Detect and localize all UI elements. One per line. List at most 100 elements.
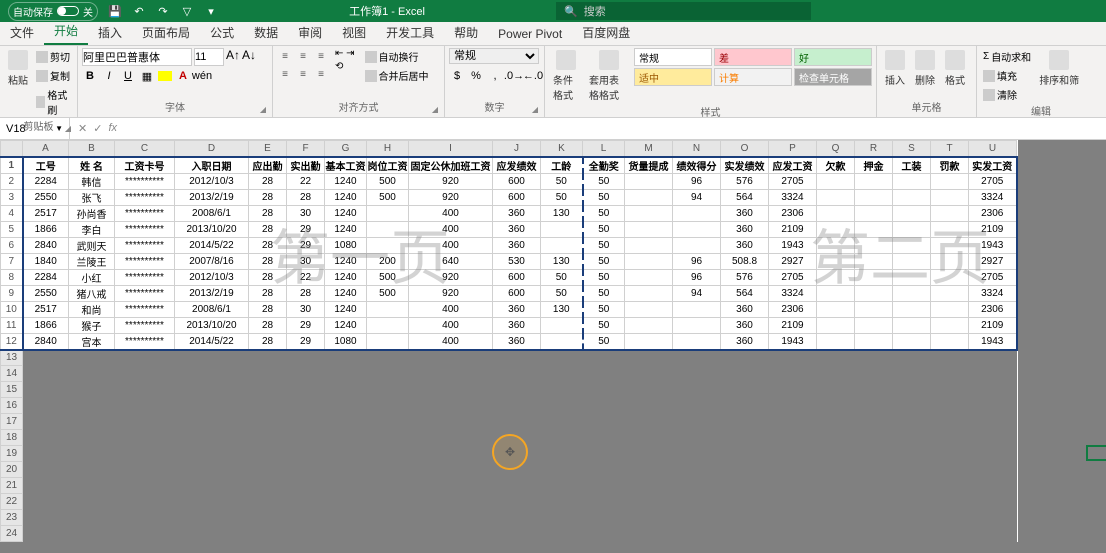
cell[interactable] [673, 317, 721, 333]
insert-cells-button[interactable]: 插入 [881, 48, 909, 89]
cell[interactable] [931, 205, 969, 221]
cell[interactable]: 2013/2/19 [175, 189, 249, 205]
cell[interactable]: 小红 [69, 269, 115, 285]
cell[interactable]: 29 [287, 221, 325, 237]
cell[interactable]: 兰陵王 [69, 253, 115, 269]
cell[interactable]: 28 [249, 317, 287, 333]
cell[interactable]: 猪八戒 [69, 285, 115, 301]
row-header[interactable]: 9 [1, 285, 23, 301]
cell[interactable]: 实出勤 [287, 157, 325, 174]
cell[interactable]: 400 [409, 333, 493, 350]
border-button[interactable]: ▦ [139, 68, 155, 84]
cell[interactable]: 1240 [325, 221, 367, 237]
font-size-select[interactable] [194, 48, 224, 66]
cell[interactable] [855, 269, 893, 285]
cell[interactable] [855, 285, 893, 301]
cell[interactable]: 入职日期 [175, 157, 249, 174]
cell-style-3[interactable]: 适中 [634, 68, 712, 86]
fill-color-button[interactable] [158, 71, 172, 81]
cell[interactable] [893, 237, 931, 253]
decrease-decimal-button[interactable]: ←.0 [525, 68, 541, 84]
cell[interactable]: 400 [409, 221, 493, 237]
cell[interactable]: 50 [583, 253, 625, 269]
cell[interactable]: 全勤奖 [583, 157, 625, 174]
cell[interactable]: 360 [493, 301, 541, 317]
tab-插入[interactable]: 插入 [88, 20, 132, 45]
cell[interactable]: 工龄 [541, 157, 583, 174]
cell[interactable]: 2517 [23, 301, 69, 317]
cell[interactable] [541, 333, 583, 350]
col-header[interactable]: A [23, 141, 69, 157]
font-color-button[interactable]: A [175, 68, 191, 84]
cell[interactable]: ********** [115, 189, 175, 205]
cell[interactable]: 50 [583, 189, 625, 205]
cell-style-2[interactable]: 好 [794, 48, 872, 66]
dialog-launcher-icon[interactable]: ◢ [65, 124, 71, 133]
cell[interactable]: 50 [541, 269, 583, 285]
select-all-corner[interactable] [1, 141, 23, 157]
format-painter-button[interactable]: 格式刷 [34, 86, 73, 118]
cell[interactable]: 实发绩效 [721, 157, 769, 174]
cell[interactable]: 1943 [969, 333, 1017, 350]
cell[interactable]: 应发绩效 [493, 157, 541, 174]
cell[interactable] [893, 269, 931, 285]
cell[interactable] [817, 173, 855, 189]
alignment-buttons[interactable]: ≡≡≡≡≡≡ [277, 48, 329, 82]
cell[interactable]: 2927 [969, 253, 1017, 269]
cell[interactable]: 固定公休加班工资 [409, 157, 493, 174]
row-header[interactable]: 11 [1, 317, 23, 333]
cell[interactable]: 和尚 [69, 301, 115, 317]
tab-页面布局[interactable]: 页面布局 [132, 20, 200, 45]
col-header[interactable]: F [287, 141, 325, 157]
bold-button[interactable]: B [82, 68, 98, 84]
cell[interactable]: 2007/8/16 [175, 253, 249, 269]
cell[interactable] [541, 237, 583, 253]
worksheet-grid[interactable]: 第一页 第二页 ✥ ABCDEFGHIJKLMNOPQRSTU1工号姓 名工资卡… [0, 140, 1106, 553]
row-header[interactable]: 12 [1, 333, 23, 350]
cell[interactable] [625, 205, 673, 221]
col-header[interactable]: Q [817, 141, 855, 157]
cell[interactable]: 3324 [969, 285, 1017, 301]
cell[interactable]: 50 [583, 301, 625, 317]
cell[interactable]: 2012/10/3 [175, 173, 249, 189]
percent-button[interactable]: % [468, 68, 484, 84]
cell[interactable]: 1866 [23, 317, 69, 333]
wrap-text-button[interactable]: 自动换行 [363, 48, 431, 65]
cell[interactable]: 罚款 [931, 157, 969, 174]
cell[interactable]: 600 [493, 189, 541, 205]
decrease-font-icon[interactable]: A↓ [242, 48, 256, 66]
cell[interactable]: 李白 [69, 221, 115, 237]
fill-button[interactable]: 填充 [981, 67, 1033, 84]
cell[interactable] [673, 221, 721, 237]
cell[interactable]: 1240 [325, 269, 367, 285]
cell-style-0[interactable]: 常规 [634, 48, 712, 66]
cell[interactable]: 30 [287, 253, 325, 269]
cell[interactable]: 50 [541, 189, 583, 205]
cell[interactable]: 360 [721, 333, 769, 350]
cell[interactable] [893, 205, 931, 221]
cancel-formula-icon[interactable]: ✕ [78, 122, 87, 135]
cell[interactable]: 2008/6/1 [175, 205, 249, 221]
col-header[interactable]: B [69, 141, 115, 157]
cell[interactable]: ********** [115, 333, 175, 350]
row-header[interactable]: 6 [1, 237, 23, 253]
cell[interactable]: 640 [409, 253, 493, 269]
cell[interactable]: ********** [115, 317, 175, 333]
col-header[interactable]: S [893, 141, 931, 157]
cell[interactable]: 28 [287, 189, 325, 205]
cell[interactable]: 29 [287, 237, 325, 253]
cell[interactable] [893, 221, 931, 237]
col-header[interactable]: N [673, 141, 721, 157]
col-header[interactable]: E [249, 141, 287, 157]
cell[interactable]: 130 [541, 253, 583, 269]
cell[interactable] [931, 269, 969, 285]
cell[interactable]: 50 [583, 173, 625, 189]
cell[interactable]: 2013/10/20 [175, 317, 249, 333]
row-header[interactable]: 18 [1, 430, 23, 446]
cell[interactable] [931, 253, 969, 269]
cell[interactable]: 50 [583, 285, 625, 301]
cell[interactable] [541, 221, 583, 237]
cell[interactable]: 600 [493, 285, 541, 301]
cell[interactable]: 1080 [325, 333, 367, 350]
indent-buttons[interactable]: ⇤ ⇥ [335, 48, 355, 59]
